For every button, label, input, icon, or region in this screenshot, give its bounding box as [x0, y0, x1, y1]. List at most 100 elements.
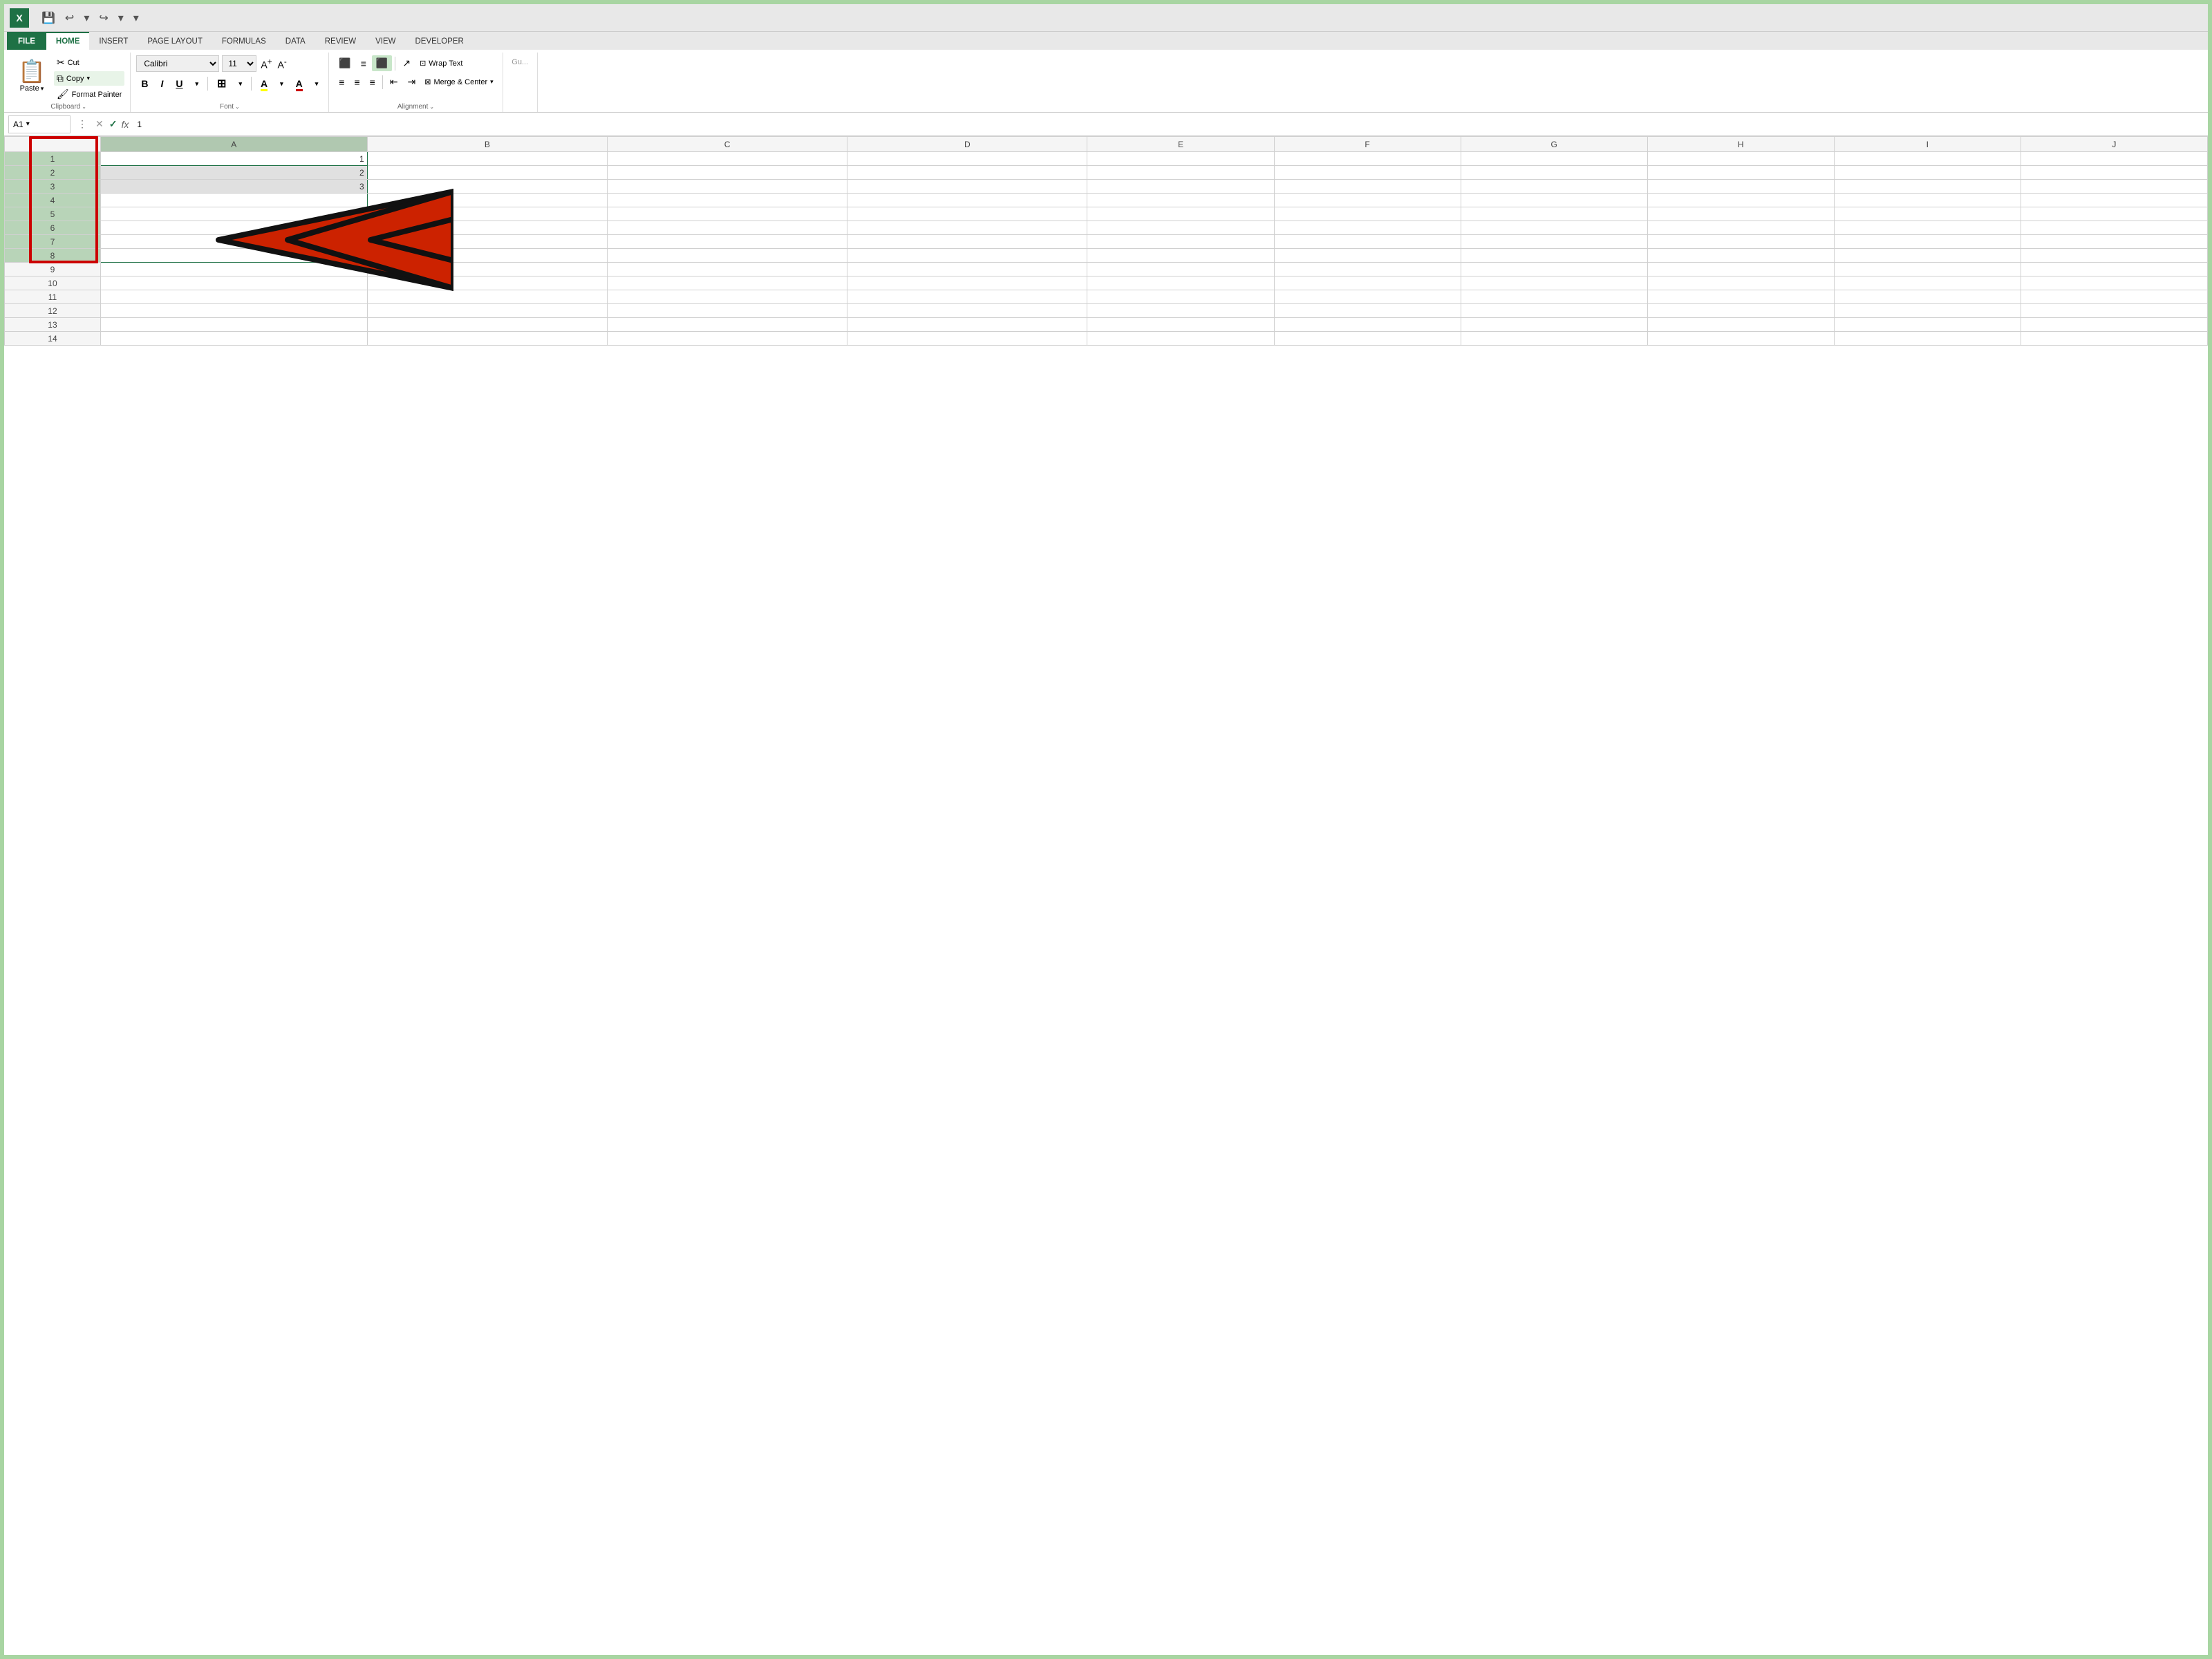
cell-b13[interactable] [367, 318, 607, 332]
cancel-button[interactable]: ✕ [94, 117, 105, 131]
cell-j13[interactable] [2021, 318, 2207, 332]
font-name-select[interactable]: Calibri [136, 55, 219, 72]
alignment-expand-icon[interactable]: ⌄ [429, 104, 434, 110]
bold-button[interactable]: B [136, 76, 153, 91]
cell-e14[interactable] [1087, 332, 1274, 346]
cell-g3[interactable] [1461, 180, 1647, 194]
paste-button[interactable]: 📋 Paste ▾ [12, 55, 51, 102]
cell-b7[interactable] [367, 235, 607, 249]
cell-c1[interactable] [607, 152, 847, 166]
row-header-11[interactable]: 11 [5, 290, 101, 304]
cell-g11[interactable] [1461, 290, 1647, 304]
cell-g1[interactable] [1461, 152, 1647, 166]
cell-h5[interactable] [1647, 207, 1834, 221]
fill-color-button[interactable]: A [256, 76, 272, 91]
col-header-j[interactable]: J [2021, 137, 2207, 152]
row-header-13[interactable]: 13 [5, 318, 101, 332]
cell-i2[interactable] [1834, 166, 2021, 180]
cell-d12[interactable] [847, 304, 1087, 318]
col-header-e[interactable]: E [1087, 137, 1274, 152]
row-header-7[interactable]: 7 [5, 235, 101, 249]
cell-c8[interactable] [607, 249, 847, 263]
col-header-h[interactable]: H [1647, 137, 1834, 152]
tab-insert[interactable]: INSERT [89, 32, 138, 50]
cell-e12[interactable] [1087, 304, 1274, 318]
cell-e2[interactable] [1087, 166, 1274, 180]
cell-d9[interactable] [847, 263, 1087, 276]
cell-a13[interactable] [100, 318, 367, 332]
cell-j7[interactable] [2021, 235, 2207, 249]
cell-f9[interactable] [1274, 263, 1461, 276]
wrap-text-button[interactable]: ⊡ Wrap Text [416, 57, 466, 70]
col-header-g[interactable]: G [1461, 137, 1647, 152]
increase-indent-button[interactable]: ⇥ [404, 74, 420, 90]
col-header-c[interactable]: C [607, 137, 847, 152]
border-dropdown[interactable]: ▾ [234, 78, 247, 90]
cell-j3[interactable] [2021, 180, 2207, 194]
cell-e10[interactable] [1087, 276, 1274, 290]
cell-i9[interactable] [1834, 263, 2021, 276]
col-header-a[interactable]: A [100, 137, 367, 152]
cell-b9[interactable] [367, 263, 607, 276]
row-header-4[interactable]: 4 [5, 194, 101, 207]
cell-i11[interactable] [1834, 290, 2021, 304]
tab-home[interactable]: HOME [46, 32, 90, 50]
cell-i4[interactable] [1834, 194, 2021, 207]
decrease-indent-button[interactable]: ⇤ [386, 74, 402, 90]
cell-j2[interactable] [2021, 166, 2207, 180]
cell-f5[interactable] [1274, 207, 1461, 221]
cell-b11[interactable] [367, 290, 607, 304]
cell-a9[interactable] [100, 263, 367, 276]
cell-j8[interactable] [2021, 249, 2207, 263]
cell-j9[interactable] [2021, 263, 2207, 276]
cell-f14[interactable] [1274, 332, 1461, 346]
cell-f12[interactable] [1274, 304, 1461, 318]
cell-f2[interactable] [1274, 166, 1461, 180]
cell-f1[interactable] [1274, 152, 1461, 166]
cell-c5[interactable] [607, 207, 847, 221]
font-size-select[interactable]: 11 [222, 55, 256, 72]
cell-d1[interactable] [847, 152, 1087, 166]
confirm-button[interactable]: ✓ [108, 117, 119, 131]
cell-c3[interactable] [607, 180, 847, 194]
cell-e13[interactable] [1087, 318, 1274, 332]
row-header-1[interactable]: 1 [5, 152, 101, 166]
save-button[interactable]: 💾 [39, 10, 58, 26]
row-header-12[interactable]: 12 [5, 304, 101, 318]
row-header-10[interactable]: 10 [5, 276, 101, 290]
row-header-3[interactable]: 3 [5, 180, 101, 194]
tab-data[interactable]: DATA [276, 32, 315, 50]
cell-i1[interactable] [1834, 152, 2021, 166]
left-align-button[interactable]: ≡ [335, 75, 348, 90]
cell-d4[interactable] [847, 194, 1087, 207]
underline-button[interactable]: U [171, 76, 187, 91]
cell-g10[interactable] [1461, 276, 1647, 290]
cell-h3[interactable] [1647, 180, 1834, 194]
cell-c13[interactable] [607, 318, 847, 332]
cell-h9[interactable] [1647, 263, 1834, 276]
center-align-button[interactable]: ≡ [350, 75, 364, 90]
cell-f3[interactable] [1274, 180, 1461, 194]
font-expand-icon[interactable]: ⌄ [235, 104, 240, 110]
cell-j12[interactable] [2021, 304, 2207, 318]
col-header-f[interactable]: F [1274, 137, 1461, 152]
cell-c2[interactable] [607, 166, 847, 180]
cell-f13[interactable] [1274, 318, 1461, 332]
cell-g5[interactable] [1461, 207, 1647, 221]
cell-i10[interactable] [1834, 276, 2021, 290]
cell-d3[interactable] [847, 180, 1087, 194]
cell-h13[interactable] [1647, 318, 1834, 332]
cell-d11[interactable] [847, 290, 1087, 304]
merge-dropdown-icon[interactable]: ▾ [490, 78, 494, 86]
cell-e11[interactable] [1087, 290, 1274, 304]
row-header-5[interactable]: 5 [5, 207, 101, 221]
cell-b5[interactable] [367, 207, 607, 221]
cell-a7[interactable] [100, 235, 367, 249]
col-header-i[interactable]: I [1834, 137, 2021, 152]
col-header-b[interactable]: B [367, 137, 607, 152]
cell-c11[interactable] [607, 290, 847, 304]
cell-h6[interactable] [1647, 221, 1834, 235]
undo-button[interactable]: ↩ [62, 10, 77, 26]
tab-file[interactable]: FILE [7, 32, 46, 50]
cell-i6[interactable] [1834, 221, 2021, 235]
